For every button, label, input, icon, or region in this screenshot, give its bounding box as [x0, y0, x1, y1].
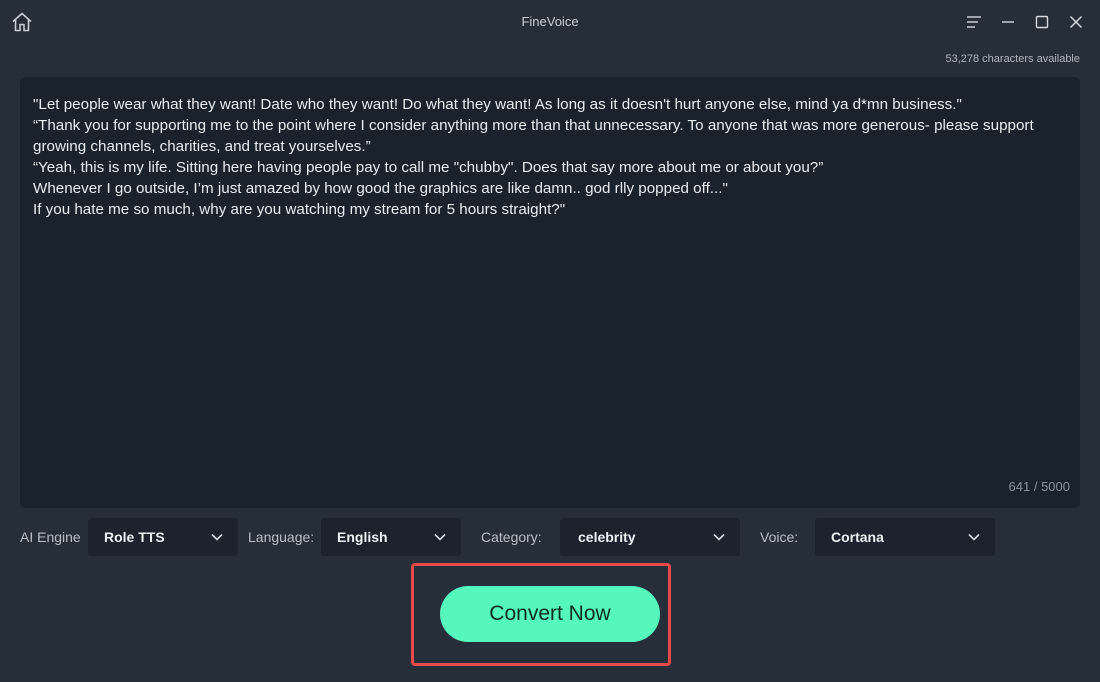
close-button[interactable] — [1064, 10, 1088, 34]
editor-line: “Thank you for supporting me to the poin… — [33, 117, 1034, 134]
ai-engine-value: Role TTS — [104, 529, 165, 545]
category-label: Category: — [481, 529, 542, 545]
chevron-down-icon — [713, 533, 725, 541]
language-value: English — [337, 529, 388, 545]
chevron-down-icon — [968, 533, 980, 541]
app-title: FineVoice — [521, 14, 579, 29]
ai-engine-select[interactable]: Role TTS — [88, 518, 238, 556]
chevron-down-icon — [434, 533, 446, 541]
voice-controls: AI Engine Role TTS Language: English Cat… — [20, 518, 1080, 556]
close-icon — [1069, 15, 1083, 29]
characters-available: 53,278 characters available — [945, 53, 1080, 65]
character-counter: 641 / 5000 — [1008, 479, 1070, 494]
minimize-button[interactable] — [996, 10, 1020, 34]
editor-text[interactable]: "Let people wear what they want! Date wh… — [33, 94, 1070, 220]
voice-label: Voice: — [760, 529, 799, 545]
category-select[interactable]: celebrity — [560, 518, 740, 556]
title-bar: FineVoice — [0, 0, 1100, 44]
editor-line: "Let people wear what they want! Date wh… — [33, 96, 962, 113]
convert-highlight-box: Convert Now — [411, 563, 671, 666]
ai-engine-label: AI Engine — [20, 529, 81, 545]
voice-select[interactable]: Cortana — [815, 518, 995, 556]
chevron-down-icon — [211, 533, 223, 541]
editor-line: growing channels, charities, and treat y… — [33, 138, 371, 155]
editor-line: Whenever I go outside, I’m just amazed b… — [33, 180, 728, 197]
language-label: Language: — [248, 529, 315, 545]
editor-line: “Yeah, this is my life. Sitting here hav… — [33, 159, 824, 176]
minimize-icon — [1002, 21, 1014, 23]
maximize-button[interactable] — [1030, 10, 1054, 34]
text-editor[interactable]: "Let people wear what they want! Date wh… — [20, 77, 1080, 508]
language-select[interactable]: English — [321, 518, 461, 556]
window-controls — [962, 10, 1088, 34]
menu-button[interactable] — [962, 10, 986, 34]
convert-now-button[interactable]: Convert Now — [440, 586, 660, 642]
voice-value: Cortana — [831, 529, 884, 545]
category-value: celebrity — [578, 529, 636, 545]
maximize-icon — [1035, 15, 1049, 29]
menu-icon — [967, 16, 981, 28]
editor-line: If you hate me so much, why are you watc… — [33, 201, 566, 218]
